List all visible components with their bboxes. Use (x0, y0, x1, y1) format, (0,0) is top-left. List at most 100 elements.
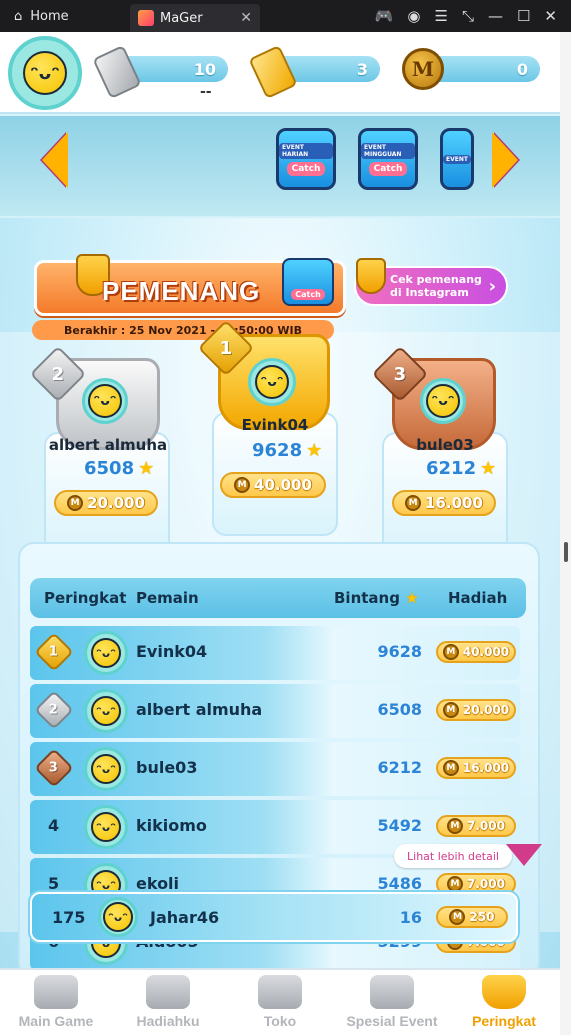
table-row: 3 ᵔᴗᵔ bule03 6212 M 16.000 (30, 742, 520, 796)
scrollbar-thumb[interactable] (564, 542, 568, 562)
event-card-harian[interactable]: EVENT HARIAN Catch (276, 128, 336, 190)
table-header: Peringkat Pemain Bintang ★ Hadiah (30, 578, 526, 618)
minimize-icon[interactable]: — (488, 7, 503, 25)
avatar-face-icon: ᵔᴗᵔ (255, 365, 289, 399)
gamepad-icon (34, 975, 78, 1009)
header-stars: Bintang ★ (334, 589, 419, 607)
event-card-badge: Catch (368, 161, 408, 176)
silver-ticket-icon (92, 44, 142, 100)
silver-medal-icon: 2 (34, 690, 74, 730)
coin-icon: M (402, 48, 444, 90)
row-prize: M 20.000 (436, 699, 516, 721)
coin-icon: M (234, 477, 251, 493)
special-event-icon (370, 975, 414, 1009)
home-tab-label: Home (30, 8, 69, 24)
gold-medal-icon: 1 (34, 632, 74, 672)
event-card-badge: Catch (286, 161, 326, 176)
row-avatar[interactable]: ᵔᴗᵔ (84, 805, 128, 849)
row-avatar[interactable]: ᵔᴗᵔ (84, 689, 128, 733)
row-prize: M 7.000 (436, 815, 516, 837)
row-rank: 4 (48, 816, 60, 835)
close-tab-icon[interactable]: ✕ (240, 10, 252, 26)
nav-main-game[interactable]: Main Game (0, 970, 112, 1035)
bronze-medal-icon: 3 (34, 748, 74, 788)
app-icon (138, 10, 154, 26)
table-row: 2 ᵔᴗᵔ albert almuha 6508 M 20.000 (30, 684, 520, 738)
nav-peringkat[interactable]: Peringkat (448, 970, 560, 1035)
nav-hadiahku[interactable]: Hadiahku (112, 970, 224, 1035)
coin-icon: M (447, 818, 464, 834)
gamepad-mode-icon[interactable]: 🎮 (375, 7, 394, 25)
instagram-trophy-icon (356, 258, 386, 294)
avatar-face-icon: ᵔᴗᵔ (103, 902, 133, 932)
window-titlebar: ⌂ Home MaGer ✕ 🎮 ◉ ☰ ⤡ — ☐ ✕ (0, 0, 571, 32)
event-card-label: EVENT (443, 154, 471, 164)
app-tab[interactable]: MaGer ✕ (130, 4, 260, 32)
row-avatar[interactable]: ᵔᴗᵔ (84, 631, 128, 675)
row-avatar[interactable]: ᵔᴗᵔ (84, 747, 128, 791)
nav-label: Main Game (18, 1013, 94, 1029)
app-tab-label: MaGer (160, 10, 203, 26)
close-window-icon[interactable]: ✕ (544, 7, 557, 25)
account-icon[interactable]: ◉ (407, 7, 420, 25)
expand-down-arrow-icon[interactable] (506, 844, 542, 866)
my-stars: 16 (399, 908, 422, 927)
podium-third-stars: 6212 ★ (426, 458, 497, 479)
menu-icon[interactable]: ☰ (435, 7, 448, 25)
coin-icon: M (442, 644, 459, 660)
row-name: albert almuha (136, 700, 263, 719)
event-card-mingguan[interactable]: EVENT MINGGUAN Catch (358, 128, 418, 190)
event-card-label: EVENT HARIAN (279, 142, 333, 159)
avatar-face-icon: ᵔᴗᵔ (91, 754, 121, 784)
row-stars: 5492 (377, 816, 422, 835)
star-icon: ★ (138, 458, 155, 479)
profile-avatar[interactable]: ᵔᴗᵔ (8, 36, 82, 110)
row-name: ekoli (136, 874, 180, 893)
row-stars: 6212 (377, 758, 422, 777)
home-tab[interactable]: ⌂ Home (0, 0, 130, 32)
row-stars: 6508 (377, 700, 422, 719)
my-prize: M 250 (436, 906, 508, 928)
see-more-details-button[interactable]: Lihat lebih detail (394, 844, 512, 868)
nav-label: Toko (263, 1013, 297, 1029)
podium-first-stars: 9628 ★ (252, 440, 323, 461)
avatar-face-icon: ᵔᴗᵔ (91, 638, 121, 668)
resize-icon[interactable]: ⤡ (462, 7, 474, 25)
carousel-next-arrow-icon[interactable] (492, 132, 518, 188)
my-name: Jahar46 (150, 908, 220, 927)
podium-second-stars: 6508 ★ (84, 458, 155, 479)
maximize-icon[interactable]: ☐ (517, 7, 530, 25)
coin-icon: M (442, 702, 459, 718)
my-avatar[interactable]: ᵔᴗᵔ (98, 897, 138, 937)
header-rank: Peringkat (44, 589, 127, 607)
instagram-line1: Cek pemenang (390, 273, 482, 286)
podium-first-name: Evink04 (241, 416, 309, 434)
podium-third-avatar[interactable]: ᵔᴗᵔ (420, 378, 466, 424)
coin-icon: M (67, 495, 84, 511)
row-prize: M 40.000 (436, 641, 516, 663)
row-rank: 5 (48, 874, 60, 893)
carousel-prev-arrow-icon[interactable] (42, 132, 68, 188)
avatar-face-icon: ᵔᴗᵔ (91, 812, 121, 842)
avatar-face-icon: ᵔᴗᵔ (426, 384, 460, 418)
podium-second-avatar[interactable]: ᵔᴗᵔ (82, 378, 128, 424)
coin-icon: M (449, 909, 466, 925)
coin-icon: M (405, 495, 422, 511)
window-scrollbar[interactable] (560, 32, 571, 1035)
row-stars: 9628 (377, 642, 422, 661)
my-rank: 175 (52, 908, 86, 927)
nav-spesial-event[interactable]: Spesial Event (336, 970, 448, 1035)
banner-event-badge-label: Catch (291, 289, 325, 300)
row-name: Evink04 (136, 642, 208, 661)
header-player: Pemain (136, 589, 199, 607)
row-stars: 5486 (377, 874, 422, 893)
coin-icon: M (447, 876, 464, 892)
banner-title: PEMENANG (102, 276, 261, 306)
row-prize: M 16.000 (436, 757, 516, 779)
gift-ticket-icon (146, 975, 190, 1009)
table-row: 1 ᵔᴗᵔ Evink04 9628 M 40.000 (30, 626, 520, 680)
event-card-partial[interactable]: EVENT (440, 128, 474, 190)
podium-first-avatar[interactable]: ᵔᴗᵔ (248, 358, 296, 406)
nav-label: Spesial Event (346, 1013, 438, 1029)
nav-toko[interactable]: Toko (224, 970, 336, 1035)
